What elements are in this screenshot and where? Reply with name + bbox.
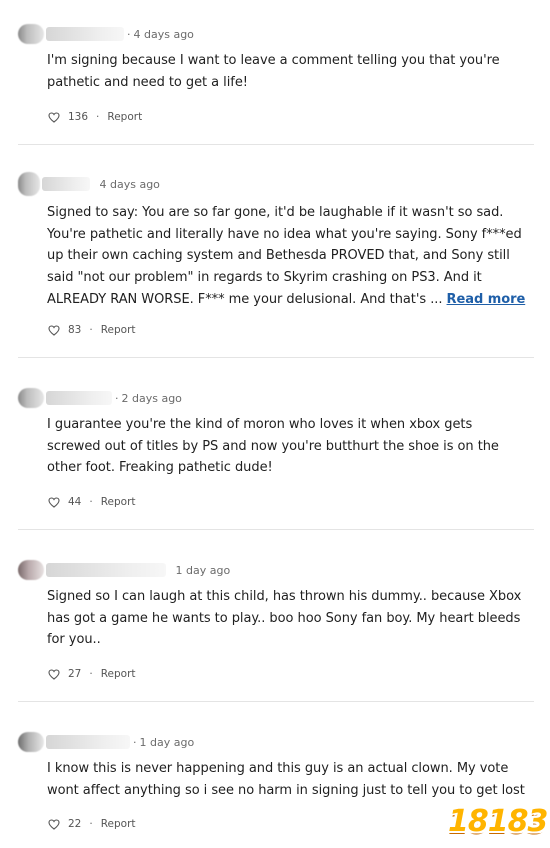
- comment-text: I know this is never happening and this …: [47, 758, 537, 801]
- meta-separator: ·: [115, 391, 119, 405]
- comment-text: Signed to say: You are so far gone, it'd…: [47, 202, 537, 311]
- like-count: 136: [68, 111, 89, 123]
- comment-actions: 83 · Report: [48, 322, 136, 338]
- heart-outline-icon[interactable]: [48, 668, 60, 680]
- comment-text-line: I guarantee you're the kind of moron who…: [47, 417, 473, 432]
- heart-outline-icon[interactable]: [48, 818, 60, 830]
- comment-text-line: screwed out of titles by PS and now you'…: [47, 438, 499, 454]
- action-separator: ·: [89, 818, 93, 830]
- meta-separator: ·: [133, 735, 137, 749]
- comment-actions: 22 · Report: [48, 816, 136, 832]
- comment-time: 1 day ago: [175, 563, 231, 577]
- truncated-text: ALREADY RAN WORSE. F*** me your delusion…: [47, 291, 443, 307]
- comment-time: 1 day ago: [139, 735, 195, 749]
- avatar[interactable]: [18, 732, 44, 752]
- comment-text-line: wont affect anything so i see no harm in…: [47, 782, 525, 798]
- avatar[interactable]: [18, 172, 40, 196]
- comment-text: I guarantee you're the kind of moron who…: [47, 414, 537, 479]
- report-link[interactable]: Report: [101, 324, 136, 336]
- comment-meta: · 1 day ago: [18, 560, 230, 580]
- heart-outline-icon[interactable]: [48, 324, 60, 336]
- like-count: 27: [68, 668, 82, 680]
- report-link[interactable]: Report: [101, 668, 136, 680]
- action-separator: ·: [89, 668, 93, 680]
- comment-text-line: ALREADY RAN WORSE. F*** me your delusion…: [47, 289, 537, 311]
- comment-meta: · 1 day ago: [18, 732, 194, 752]
- report-link[interactable]: Report: [107, 111, 142, 123]
- avatar[interactable]: [18, 560, 44, 580]
- comment-time: 4 days ago: [99, 177, 160, 191]
- watermark-text: 18183: [448, 804, 548, 839]
- comment-meta: · 4 days ago: [18, 24, 194, 44]
- comment-text-line: You're pathetic and literally have no id…: [47, 226, 522, 242]
- author-name-redacted[interactable]: [46, 735, 130, 749]
- comment-divider: [18, 357, 534, 358]
- like-count: 44: [68, 496, 82, 508]
- author-name-redacted[interactable]: [42, 177, 90, 191]
- action-separator: ·: [89, 496, 93, 508]
- like-count: 22: [68, 818, 82, 830]
- avatar[interactable]: [18, 24, 44, 44]
- report-link[interactable]: Report: [101, 818, 136, 830]
- comment-text-line: other foot. Freaking pathetic dude!: [47, 460, 273, 476]
- read-more-link[interactable]: Read more: [447, 292, 526, 307]
- comment-actions: 44 · Report: [48, 494, 136, 510]
- comment-actions: 27 · Report: [48, 666, 136, 682]
- comment-text-line: I know this is never happening and this …: [47, 761, 509, 776]
- comment-text: I'm signing because I want to leave a co…: [47, 50, 537, 93]
- heart-outline-icon[interactable]: [48, 496, 60, 508]
- meta-separator: ·: [93, 178, 97, 191]
- comment-actions: 136 · Report: [48, 109, 142, 125]
- meta-separator: ·: [169, 564, 173, 577]
- comment-text-line: I'm signing because I want to leave a co…: [47, 53, 500, 68]
- comment-text-line: up their own caching system and Bethesda…: [47, 248, 510, 264]
- comment-text: Signed so I can laugh at this child, has…: [47, 586, 537, 651]
- comment-text-line: for you..: [47, 632, 101, 648]
- report-link[interactable]: Report: [101, 496, 136, 508]
- comment-meta: · 4 days ago: [18, 172, 160, 196]
- author-name-redacted[interactable]: [46, 563, 166, 577]
- action-separator: ·: [96, 111, 100, 123]
- comment-text-line: Signed to say: You are so far gone, it'd…: [47, 205, 504, 220]
- comment-divider: [18, 529, 534, 530]
- action-separator: ·: [89, 324, 93, 336]
- comment-divider: [18, 701, 534, 702]
- meta-separator: ·: [127, 27, 131, 41]
- comment-text-line: has got a game he wants to play.. boo ho…: [47, 610, 521, 626]
- comment-time: 2 days ago: [121, 391, 182, 405]
- comment-text-line: Signed so I can laugh at this child, has…: [47, 589, 522, 604]
- author-name-redacted[interactable]: [46, 391, 112, 405]
- comment-text-line: said "not our problem" in regards to Sky…: [47, 270, 482, 286]
- watermark-logo: 18183: [448, 800, 548, 844]
- comment-meta: · 2 days ago: [18, 388, 182, 408]
- comment-time: 4 days ago: [133, 27, 194, 41]
- comment-divider: [18, 144, 534, 145]
- comment-text-line: pathetic and need to get a life!: [47, 74, 248, 90]
- heart-outline-icon[interactable]: [48, 111, 60, 123]
- like-count: 83: [68, 324, 82, 336]
- author-name-redacted[interactable]: [46, 27, 124, 41]
- avatar[interactable]: [18, 388, 44, 408]
